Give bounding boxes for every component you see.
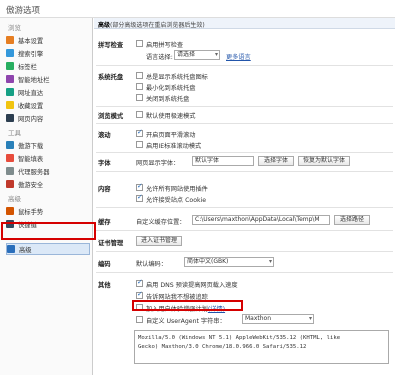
sidebar-item-url[interactable]: 网址直达 <box>6 86 90 98</box>
advanced-icon <box>7 245 15 253</box>
section-cache-label: 缓存 <box>98 219 111 226</box>
section-spellcheck-label: 拼写检查 <box>98 42 124 49</box>
shield-icon <box>6 180 14 188</box>
fast-mode-label: 默认使用极速模式 <box>146 113 196 120</box>
section-font-label: 字体 <box>98 160 111 167</box>
sidebar-section-browse: 浏览 <box>8 24 21 32</box>
fast-mode-checkbox[interactable] <box>136 111 143 118</box>
tray-always-checkbox[interactable] <box>136 72 143 79</box>
custom-ua-checkbox[interactable] <box>136 316 143 323</box>
notice-text: (部分高级选项在重启浏览器后生效) <box>110 22 205 29</box>
allow-plugins-checkbox[interactable] <box>136 182 143 191</box>
spellcheck-checkbox[interactable] <box>136 40 143 47</box>
more-languages-link[interactable]: 更多语言 <box>226 52 251 61</box>
divider <box>96 152 393 153</box>
notice-bar: 高级(部分高级选项在重启浏览器后生效) <box>94 18 395 29</box>
title-bar: 傲游选项 <box>0 0 395 18</box>
chevron-down-icon: ▾ <box>308 315 312 322</box>
sidebar-item-gestures[interactable]: 鼠标手势 <box>6 205 90 217</box>
sidebar-item-autofill[interactable]: 智能填表 <box>6 152 90 164</box>
highlight-box-sidebar <box>1 222 96 240</box>
sidebar-item-addressbar[interactable]: 智能地址栏 <box>6 73 90 85</box>
custom-ua-label: 自定义 UserAgent 字符串： <box>146 318 226 325</box>
do-not-track-checkbox[interactable] <box>136 290 143 299</box>
dns-prefetch-label: 启用 DNS 预读提高网页载入速度 <box>146 282 238 289</box>
section-scroll-label: 滚动 <box>98 132 111 139</box>
smooth-scroll-label: 开启页面平滑滚动 <box>146 132 196 139</box>
divider <box>96 272 393 273</box>
divider <box>96 123 393 124</box>
sidebar-item-download[interactable]: 傲游下载 <box>6 139 90 151</box>
user-agent-select[interactable]: Maxthon ▾ <box>242 314 314 324</box>
section-other-label: 其他 <box>98 282 111 289</box>
choose-path-button[interactable]: 选择路径 <box>334 215 370 225</box>
cache-dir-input[interactable]: C:\Users\maxthon\AppData\Local\Temp\M <box>192 215 330 225</box>
sidebar-item-basic[interactable]: 基本设置 <box>6 34 90 46</box>
language-select[interactable]: 请选择 ▾ <box>174 50 220 60</box>
sidebar-item-search[interactable]: 搜索引擎 <box>6 47 90 59</box>
choose-font-button[interactable]: 选择字体 <box>258 156 294 166</box>
highlight-box-dnt <box>132 300 243 311</box>
home-icon <box>6 36 14 44</box>
form-icon <box>6 154 14 162</box>
section-cert-label: 证书管理 <box>98 240 124 247</box>
divider <box>96 106 393 107</box>
url-icon <box>6 88 14 96</box>
restore-font-button[interactable]: 恢复为默认字体 <box>298 156 350 166</box>
page-icon <box>6 114 14 122</box>
sidebar-item-security[interactable]: 傲游安全 <box>6 178 90 190</box>
section-tray-label: 系统托盘 <box>98 74 124 81</box>
dns-prefetch-checkbox[interactable] <box>136 278 143 287</box>
default-encoding-label: 默认编码： <box>136 261 167 268</box>
spellcheck-enable-label: 启用拼写检查 <box>146 42 184 49</box>
divider <box>96 251 393 252</box>
accept-cookies-checkbox[interactable] <box>136 193 143 202</box>
section-content-label: 内容 <box>98 186 111 193</box>
proxy-icon <box>6 167 14 175</box>
section-browsemode-label: 浏览模式 <box>98 113 124 120</box>
sidebar-item-tabs[interactable]: 标签栏 <box>6 60 90 72</box>
chevron-down-icon: ▾ <box>214 51 218 58</box>
sidebar-item-favorites[interactable]: 收藏设置 <box>6 99 90 111</box>
cache-dir-label: 自定义缓存位置： <box>136 219 186 226</box>
sidebar-section-tools: 工具 <box>8 129 21 137</box>
sidebar-section-advanced: 高级 <box>8 195 21 203</box>
window-title: 傲游选项 <box>6 6 41 16</box>
sidebar-item-proxy[interactable]: 代理服务器 <box>6 165 90 177</box>
accept-cookies-label: 允许接受站点 Cookie <box>146 197 207 204</box>
user-agent-textarea[interactable]: Mozilla/5.0 (Windows NT 5.1) AppleWebKit… <box>134 330 389 364</box>
sidebar-item-advanced[interactable]: 高级 <box>6 243 90 255</box>
divider <box>96 230 393 231</box>
sidebar: 浏览 基本设置 搜索引擎 标签栏 智能地址栏 网址直达 收藏设置 网页内容 工具… <box>0 18 93 375</box>
divider <box>96 171 393 172</box>
addressbar-icon <box>6 75 14 83</box>
tray-minimize-checkbox[interactable] <box>136 83 143 90</box>
divider <box>96 207 393 208</box>
sidebar-item-webcontent[interactable]: 网页内容 <box>6 112 90 124</box>
language-label: 语言选择: <box>146 54 173 61</box>
web-font-input[interactable]: 默认字体 <box>192 156 254 166</box>
tab-icon <box>6 62 14 70</box>
divider <box>96 65 393 66</box>
default-encoding-select[interactable]: 简体中文(GBK) ▾ <box>184 257 274 267</box>
cert-manager-button[interactable]: 进入证书管理 <box>136 236 182 246</box>
smooth-scroll-checkbox[interactable] <box>136 128 143 137</box>
ie-scroll-label: 启用IE标准滚动模式 <box>146 143 202 150</box>
section-encoding-label: 编码 <box>98 261 111 268</box>
tray-close-checkbox[interactable] <box>136 94 143 101</box>
search-icon <box>6 49 14 57</box>
chevron-down-icon: ▾ <box>268 258 272 265</box>
settings-panel: 高级(部分高级选项在重启浏览器后生效) 拼写检查 启用拼写检查 语言选择: 请选… <box>94 18 395 375</box>
download-icon <box>6 141 14 149</box>
ie-scroll-checkbox[interactable] <box>136 141 143 148</box>
mouse-icon <box>6 207 14 215</box>
star-icon <box>6 101 14 109</box>
web-font-label: 网页显示字体： <box>136 160 180 167</box>
tray-close-label: 关闭到系统托盘 <box>146 96 190 103</box>
tray-minimize-label: 最小化到系统托盘 <box>146 85 196 92</box>
tray-always-label: 总是显示系统托盘图标 <box>146 74 208 81</box>
allow-plugins-label: 允许所有网站使用插件 <box>146 186 208 193</box>
notice-bold: 高级 <box>98 22 111 29</box>
